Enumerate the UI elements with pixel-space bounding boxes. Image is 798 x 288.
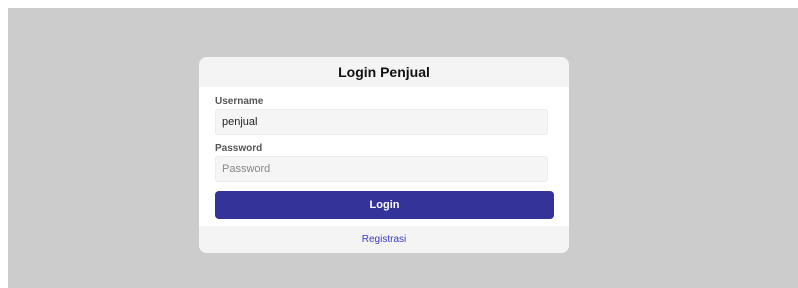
login-form: Username Password Login — [199, 87, 569, 219]
password-input[interactable] — [215, 156, 548, 182]
register-link[interactable]: Registrasi — [362, 234, 406, 245]
login-button[interactable]: Login — [215, 191, 554, 219]
login-card: Login Penjual Username Password Login Re… — [199, 57, 569, 253]
page-background: Login Penjual Username Password Login Re… — [8, 8, 798, 288]
password-group: Password — [215, 143, 553, 182]
username-group: Username — [215, 96, 553, 135]
login-card-footer: Registrasi — [199, 226, 569, 253]
login-title: Login Penjual — [338, 64, 430, 80]
username-label: Username — [215, 96, 264, 107]
password-label: Password — [215, 143, 263, 154]
username-input[interactable] — [215, 109, 548, 135]
login-card-header: Login Penjual — [199, 57, 569, 87]
